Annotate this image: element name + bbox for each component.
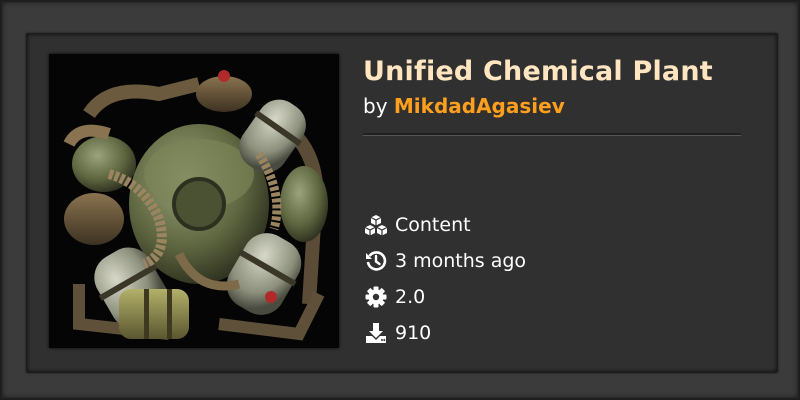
title-divider	[363, 133, 741, 136]
mod-title[interactable]: Unified Chemical Plant	[363, 56, 713, 87]
mod-thumbnail[interactable]	[49, 54, 339, 348]
meta-version-text: 2.0	[395, 286, 426, 308]
page-background: Unified Chemical Plant by MikdadAgasiev	[0, 0, 800, 400]
download-icon	[363, 320, 389, 346]
meta-category: Content	[363, 207, 526, 243]
mod-card[interactable]: Unified Chemical Plant by MikdadAgasiev	[26, 33, 778, 373]
mod-meta-list: Content 3 months ago 2.0 910	[363, 207, 526, 351]
cubes-icon	[363, 212, 389, 238]
chemical-plant-image	[49, 54, 339, 348]
meta-downloads-text: 910	[395, 322, 432, 344]
meta-category-text: Content	[395, 214, 471, 236]
meta-downloads: 910	[363, 315, 526, 351]
meta-updated: 3 months ago	[363, 243, 526, 279]
author-link[interactable]: MikdadAgasiev	[394, 94, 565, 118]
meta-updated-text: 3 months ago	[395, 250, 527, 272]
history-icon	[363, 248, 389, 274]
meta-version: 2.0	[363, 279, 526, 315]
by-prefix: by	[363, 94, 388, 118]
gear-icon	[363, 284, 389, 310]
mod-byline: by MikdadAgasiev	[363, 94, 565, 118]
